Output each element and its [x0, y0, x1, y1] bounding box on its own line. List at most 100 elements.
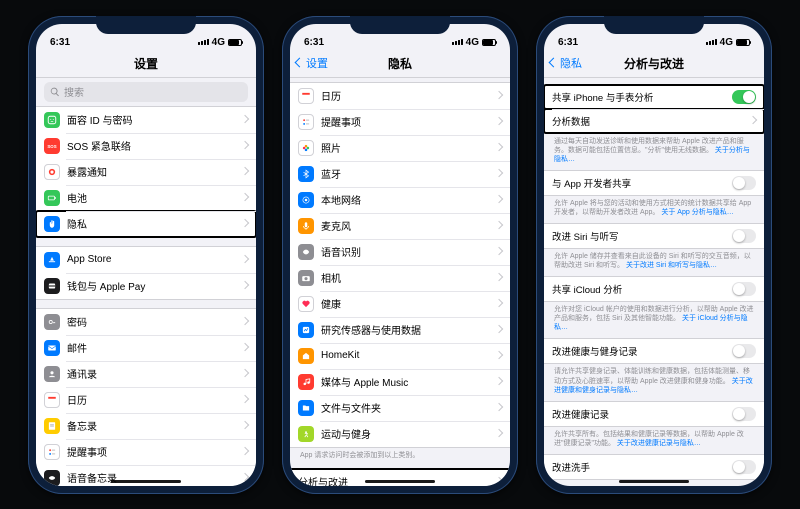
- row-label: 文件与文件夹: [321, 400, 489, 415]
- footnote-link[interactable]: 关于改进 Siri 和听写与隐私…: [626, 262, 717, 269]
- settings-row[interactable]: App Store: [36, 247, 256, 273]
- settings-row[interactable]: 媒体与 Apple Music: [290, 369, 510, 395]
- settings-group: 面容 ID 与密码SOSSOS 紧急联络暴露通知电池隐私: [36, 106, 256, 238]
- row-label: 密码: [67, 314, 235, 329]
- chevron-right-icon: [496, 90, 502, 101]
- settings-row[interactable]: 分析与改进: [290, 469, 510, 486]
- settings-row[interactable]: 麦克风: [290, 213, 510, 239]
- settings-row[interactable]: 面容 ID 与密码: [36, 107, 256, 133]
- back-label: 隐私: [560, 55, 582, 71]
- settings-row[interactable]: 运动与健身: [290, 421, 510, 447]
- settings-row[interactable]: 通讯录: [36, 361, 256, 387]
- row-label: 电池: [67, 190, 235, 205]
- settings-row[interactable]: 提醒事项: [290, 109, 510, 135]
- settings-row[interactable]: HomeKit: [290, 343, 510, 369]
- analytics-group: 与 App 开发者共享: [544, 170, 764, 196]
- chevron-right-icon: [496, 272, 502, 283]
- chevron-right-icon: [242, 446, 248, 457]
- row-label: 本地网络: [321, 192, 489, 207]
- settings-group: 密码邮件通讯录日历备忘录提醒事项语音备忘录电话: [36, 308, 256, 486]
- phone-frame-2: 6:31 4G 设置 隐私 日历提醒事项照片蓝牙本地网络麦克风语音识别相机健康研…: [282, 16, 518, 494]
- voicememo-icon: [44, 470, 60, 486]
- analytics-row[interactable]: 改进健康记录: [544, 402, 764, 426]
- settings-row[interactable]: 文件与文件夹: [290, 395, 510, 421]
- calendar-icon: [44, 392, 60, 408]
- section-footnote: 请允许共享健身记录、体能训练和健康数据，包括体能测量、移动方式及心脏速率，以帮助…: [544, 364, 764, 394]
- page-title: 分析与改进: [624, 55, 684, 72]
- settings-row[interactable]: 本地网络: [290, 187, 510, 213]
- navbar: 设置 隐私: [290, 50, 510, 78]
- reminders-icon: [298, 114, 314, 130]
- settings-row[interactable]: 日历: [36, 387, 256, 413]
- footnote-link[interactable]: 关于分析与隐私…: [554, 147, 750, 163]
- battery-icon: [482, 39, 496, 46]
- row-label: 相机: [321, 270, 489, 285]
- footnote-link[interactable]: 关于 App 分析与隐私…: [661, 209, 733, 216]
- navbar: 设置: [36, 50, 256, 78]
- search-input[interactable]: 搜索: [44, 82, 248, 102]
- search-icon: [50, 87, 60, 97]
- settings-row[interactable]: 语音识别: [290, 239, 510, 265]
- files-icon: [298, 400, 314, 416]
- back-button[interactable]: 隐私: [550, 55, 582, 71]
- signal-icon: [198, 39, 209, 45]
- row-label: 语音备忘录: [67, 470, 235, 485]
- analytics-row[interactable]: 改进 Siri 与听写: [544, 224, 764, 248]
- analytics-group: 改进 Siri 与听写: [544, 223, 764, 249]
- content-analytics[interactable]: 共享 iPhone 与手表分析分析数据通过每天自动发送诊断和使用数据来帮助 Ap…: [544, 78, 764, 486]
- settings-row[interactable]: 日历: [290, 83, 510, 109]
- toggle-switch[interactable]: [732, 460, 756, 474]
- settings-row[interactable]: 邮件: [36, 335, 256, 361]
- settings-row[interactable]: 钱包与 Apple Pay: [36, 273, 256, 299]
- toggle-switch[interactable]: [732, 344, 756, 358]
- toggle-switch[interactable]: [732, 90, 756, 104]
- settings-row[interactable]: 隐私: [36, 211, 256, 237]
- chevron-right-icon: [496, 476, 502, 485]
- settings-row[interactable]: 密码: [36, 309, 256, 335]
- phone-frame-3: 6:31 4G 隐私 分析与改进 共享 iPhone 与手表分析分析数据通过每天…: [536, 16, 772, 494]
- analytics-row[interactable]: 共享 iPhone 与手表分析: [544, 85, 764, 109]
- toggle-switch[interactable]: [732, 282, 756, 296]
- settings-row[interactable]: 备忘录: [36, 413, 256, 439]
- reminders-icon: [44, 444, 60, 460]
- toggle-switch[interactable]: [732, 176, 756, 190]
- toggle-switch[interactable]: [732, 407, 756, 421]
- row-label: 语音识别: [321, 244, 489, 259]
- home-indicator[interactable]: [619, 480, 689, 483]
- content-privacy[interactable]: 日历提醒事项照片蓝牙本地网络麦克风语音识别相机健康研究传感器与使用数据HomeK…: [290, 78, 510, 486]
- settings-row[interactable]: 健康: [290, 291, 510, 317]
- analytics-row[interactable]: 与 App 开发者共享: [544, 171, 764, 195]
- settings-row[interactable]: 蓝牙: [290, 161, 510, 187]
- analytics-group: 改进健康记录: [544, 401, 764, 427]
- settings-row[interactable]: 电池: [36, 185, 256, 211]
- research-icon: [298, 322, 314, 338]
- status-time: 6:31: [304, 37, 324, 48]
- section-footnote: 允许共享所有。包括结果和健康记录等数据，以帮助 Apple 改进"健康记录"功能…: [544, 427, 764, 448]
- back-button[interactable]: 设置: [296, 55, 328, 71]
- row-label: 分析与改进: [298, 474, 489, 485]
- analytics-row[interactable]: 共享 iCloud 分析: [544, 277, 764, 301]
- settings-row[interactable]: 相机: [290, 265, 510, 291]
- home-indicator[interactable]: [111, 480, 181, 483]
- analytics-row[interactable]: 改进洗手: [544, 455, 764, 479]
- faceid-icon: [44, 112, 60, 128]
- settings-row[interactable]: SOSSOS 紧急联络: [36, 133, 256, 159]
- chevron-right-icon: [750, 115, 756, 126]
- row-label: SOS 紧急联络: [67, 138, 235, 153]
- row-label: 邮件: [67, 340, 235, 355]
- analytics-row[interactable]: 改进健康与健身记录: [544, 339, 764, 363]
- footnote-link[interactable]: 关于改进健康和健身记录与隐私…: [554, 378, 753, 394]
- toggle-switch[interactable]: [732, 229, 756, 243]
- settings-row[interactable]: 照片: [290, 135, 510, 161]
- footnote-link[interactable]: 关于 iCloud 分析与隐私…: [554, 315, 748, 331]
- content-settings[interactable]: 搜索 面容 ID 与密码SOSSOS 紧急联络暴露通知电池隐私 App Store…: [36, 78, 256, 486]
- footnote-link[interactable]: 关于改进健康记录与隐私…: [617, 440, 701, 447]
- settings-row[interactable]: 研究传感器与使用数据: [290, 317, 510, 343]
- settings-row[interactable]: 暴露通知: [36, 159, 256, 185]
- homekit-icon: [298, 348, 314, 364]
- analytics-row[interactable]: 分析数据: [544, 109, 764, 133]
- row-label: 通讯录: [67, 366, 235, 381]
- settings-row[interactable]: 提醒事项: [36, 439, 256, 465]
- screen-privacy: 6:31 4G 设置 隐私 日历提醒事项照片蓝牙本地网络麦克风语音识别相机健康研…: [290, 24, 510, 486]
- health-icon: [298, 296, 314, 312]
